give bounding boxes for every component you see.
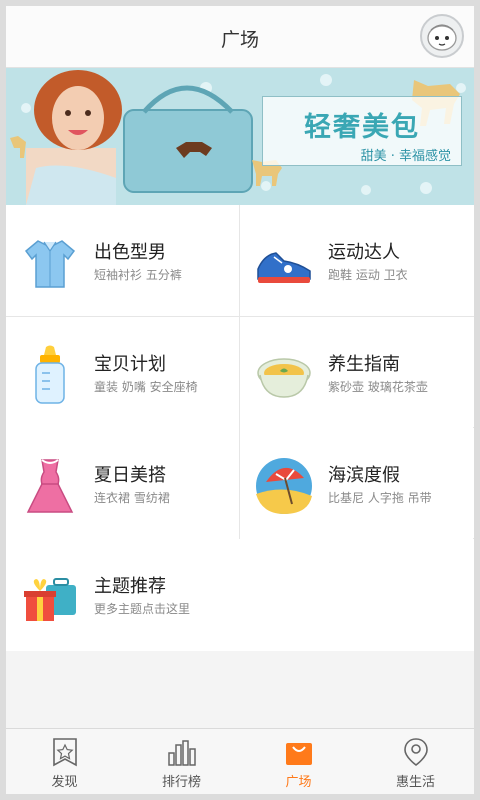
category-title: 出色型男 <box>94 242 166 263</box>
tea-bowl-icon <box>257 358 311 398</box>
app-frame: 广场 轻奢美包 甜美 · 幸福感觉 出色型男 短袖衬衫 五分裤 运动达人 跑鞋 … <box>6 6 474 794</box>
category-subtitle: 跑鞋 运动 卫衣 <box>328 268 408 282</box>
category-title: 主题推荐 <box>94 576 166 597</box>
shirt-icon <box>24 240 76 288</box>
tab-label: 排行榜 <box>161 775 201 790</box>
category-tile-summer[interactable]: 夏日美搭 连衣裙 雪纺裙 <box>6 428 239 539</box>
bottom-tab-bar: 发现 排行榜 广场 惠生活 <box>6 728 474 794</box>
location-pin-icon <box>404 738 428 766</box>
category-tile-baby[interactable]: 宝贝计划 童装 奶嘴 安全座椅 <box>6 317 239 428</box>
category-title: 宝贝计划 <box>94 354 166 375</box>
category-title: 运动达人 <box>328 242 400 263</box>
banner-caption: 轻奢美包 甜美 · 幸福感觉 <box>262 96 462 166</box>
category-title: 海滨度假 <box>328 465 400 486</box>
tab-plaza[interactable]: 广场 <box>240 729 357 794</box>
shopping-bag-icon <box>286 743 312 765</box>
category-subtitle: 连衣裙 雪纺裙 <box>94 491 170 505</box>
avatar[interactable] <box>420 14 464 58</box>
category-subtitle: 紫砂壶 玻璃花茶壶 <box>328 380 428 394</box>
banner-subtitle: 甜美 · 幸福感觉 <box>360 149 451 164</box>
category-grid: 出色型男 短袖衬衫 五分裤 运动达人 跑鞋 运动 卫衣 宝贝计划 童装 奶嘴 安… <box>6 205 474 651</box>
category-tile-sports[interactable]: 运动达人 跑鞋 运动 卫衣 <box>240 205 473 316</box>
category-tile-themes[interactable]: 主题推荐 更多主题点击这里 <box>6 539 474 650</box>
top-bar: 广场 <box>6 6 474 68</box>
banner-title: 轻奢美包 <box>304 112 420 143</box>
category-subtitle: 比基尼 人字拖 吊带 <box>328 491 432 505</box>
beach-umbrella-icon <box>256 458 312 514</box>
promo-banner[interactable]: 轻奢美包 甜美 · 幸福感觉 <box>6 68 474 205</box>
avatar-face-icon <box>427 24 457 51</box>
dress-icon <box>26 459 74 513</box>
star-bookmark-icon <box>53 738 77 767</box>
category-tile-beach[interactable]: 海滨度假 比基尼 人字拖 吊带 <box>240 428 473 539</box>
category-tile-health[interactable]: 养生指南 紫砂壶 玻璃花茶壶 <box>240 317 473 428</box>
category-subtitle: 童装 奶嘴 安全座椅 <box>94 380 198 394</box>
gift-luggage-icon <box>24 578 76 621</box>
page-title: 广场 <box>220 29 259 51</box>
tab-ranking[interactable]: 排行榜 <box>123 729 240 794</box>
tab-life[interactable]: 惠生活 <box>357 729 474 794</box>
category-tile-men[interactable]: 出色型男 短袖衬衫 五分裤 <box>6 205 239 316</box>
sneaker-icon <box>257 252 311 283</box>
baby-bottle-icon <box>35 345 65 404</box>
category-title: 夏日美搭 <box>94 465 166 486</box>
bar-chart-icon <box>168 740 196 766</box>
tab-label: 发现 <box>51 775 78 790</box>
tab-discover[interactable]: 发现 <box>6 729 123 794</box>
category-subtitle: 更多主题点击这里 <box>94 602 191 616</box>
tab-label: 广场 <box>285 775 312 790</box>
category-title: 养生指南 <box>328 354 400 375</box>
category-subtitle: 短袖衬衫 五分裤 <box>94 268 182 282</box>
tab-label: 惠生活 <box>395 775 435 790</box>
